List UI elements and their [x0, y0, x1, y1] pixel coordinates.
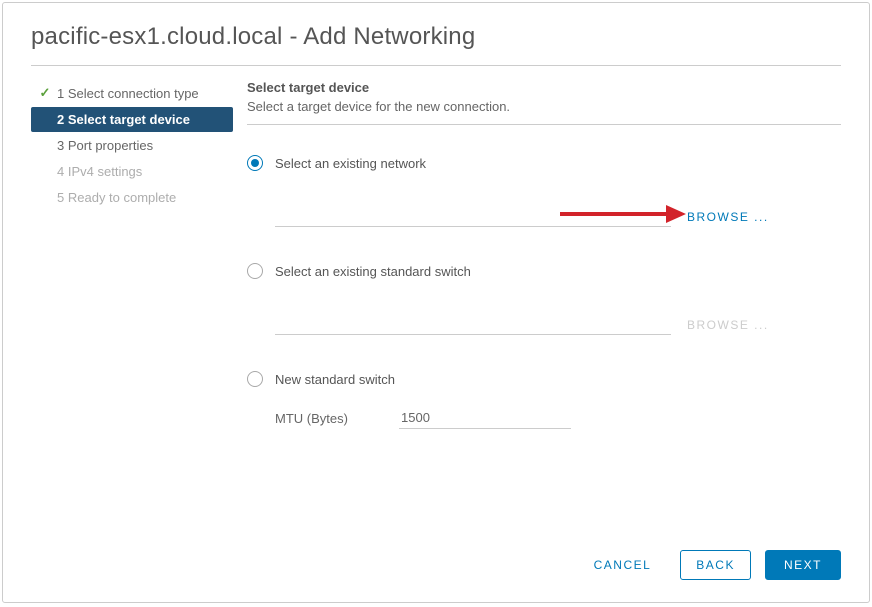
network-input-row: BROWSE ... [247, 207, 841, 227]
radio-icon[interactable] [247, 263, 263, 279]
step-number: 1 [57, 86, 64, 101]
main-content: Select target device Select a target dev… [241, 80, 841, 534]
checkmark-icon: ✓ [37, 85, 53, 101]
step-number: 3 [57, 138, 64, 153]
wizard-steps: ✓ 1 Select connection type 2 Select targ… [31, 80, 241, 534]
radio-existing-switch[interactable]: Select an existing standard switch [247, 263, 841, 279]
radio-icon[interactable] [247, 155, 263, 171]
wizard-step-target-device[interactable]: 2 Select target device [31, 107, 233, 132]
section-divider [247, 124, 841, 125]
section-subtitle: Select a target device for the new conne… [247, 99, 841, 114]
mtu-row: MTU (Bytes) [247, 407, 841, 429]
wizard-step-connection-type[interactable]: ✓ 1 Select connection type [31, 80, 233, 106]
next-button[interactable]: NEXT [765, 550, 841, 580]
option-new-switch: New standard switch MTU (Bytes) [247, 371, 841, 429]
step-label: IPv4 settings [68, 164, 142, 179]
step-number: 4 [57, 164, 64, 179]
option-existing-switch: Select an existing standard switch BROWS… [247, 263, 841, 335]
browse-switch-link: BROWSE ... [687, 318, 769, 332]
back-button[interactable]: BACK [680, 550, 751, 580]
radio-label[interactable]: New standard switch [275, 372, 395, 387]
step-label: Port properties [68, 138, 153, 153]
radio-existing-network[interactable]: Select an existing network [247, 155, 841, 171]
radio-label[interactable]: Select an existing network [275, 156, 426, 171]
step-number: 5 [57, 190, 64, 205]
step-label: Ready to complete [68, 190, 176, 205]
switch-input-row: BROWSE ... [247, 315, 841, 335]
step-label: Select connection type [68, 86, 199, 101]
step-label: Select target device [68, 112, 190, 127]
wizard-step-ipv4: 4 IPv4 settings [31, 159, 233, 184]
dialog-body: ✓ 1 Select connection type 2 Select targ… [3, 66, 869, 534]
network-input[interactable] [275, 207, 671, 227]
browse-network-link[interactable]: BROWSE ... [687, 210, 769, 224]
dialog-title: pacific-esx1.cloud.local - Add Networkin… [31, 23, 841, 51]
step-number: 2 [57, 112, 64, 127]
add-networking-dialog: pacific-esx1.cloud.local - Add Networkin… [2, 2, 870, 603]
mtu-input[interactable] [399, 407, 571, 429]
dialog-footer: CANCEL BACK NEXT [3, 534, 869, 602]
cancel-button[interactable]: CANCEL [579, 551, 667, 579]
switch-input [275, 315, 671, 335]
mtu-label: MTU (Bytes) [275, 411, 399, 426]
radio-new-switch[interactable]: New standard switch [247, 371, 841, 387]
wizard-step-port-properties: 3 Port properties [31, 133, 233, 158]
dialog-header: pacific-esx1.cloud.local - Add Networkin… [3, 3, 869, 65]
radio-label[interactable]: Select an existing standard switch [275, 264, 471, 279]
option-existing-network: Select an existing network BROWSE ... [247, 155, 841, 227]
wizard-step-ready: 5 Ready to complete [31, 185, 233, 210]
radio-icon[interactable] [247, 371, 263, 387]
section-title: Select target device [247, 80, 841, 95]
